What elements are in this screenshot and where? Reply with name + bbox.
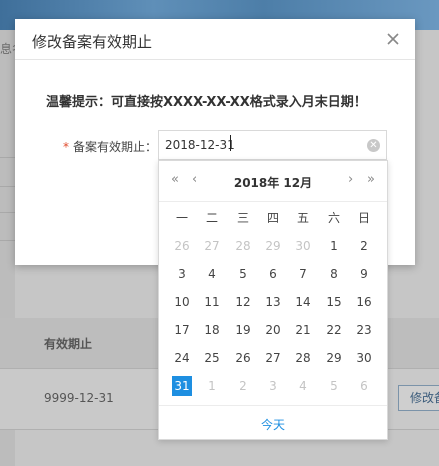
selected-day[interactable]: 31 bbox=[172, 376, 192, 396]
background-divider bbox=[0, 157, 15, 158]
calendar-day[interactable]: 29 bbox=[324, 348, 344, 368]
calendar-day[interactable]: 1 bbox=[202, 376, 222, 396]
calendar-day[interactable]: 5 bbox=[233, 264, 253, 284]
close-button[interactable] bbox=[383, 29, 403, 49]
calendar-day[interactable]: 10 bbox=[172, 292, 192, 312]
tip-text: 温馨提示：可直接按XXXX-XX-XX格式录入月末日期！ bbox=[46, 95, 367, 110]
calendar-day[interactable]: 30 bbox=[354, 348, 374, 368]
next-month-button[interactable]: › bbox=[348, 173, 353, 187]
calendar-day[interactable]: 24 bbox=[172, 348, 192, 368]
expiry-date-field[interactable] bbox=[158, 130, 387, 160]
calendar-day[interactable]: 5 bbox=[324, 376, 344, 396]
weekday-label: 六 bbox=[327, 211, 340, 225]
expiry-label: * 备案有效期止： bbox=[63, 138, 157, 155]
calendar-day[interactable]: 6 bbox=[354, 376, 374, 396]
calendar-day[interactable]: 3 bbox=[172, 264, 192, 284]
dialog-title: 修改备案有效期止 bbox=[32, 33, 153, 51]
weekday-label: 五 bbox=[296, 211, 309, 225]
calendar-day[interactable]: 11 bbox=[202, 292, 222, 312]
background-column-header: 有效期止 bbox=[44, 337, 93, 351]
text-cursor bbox=[230, 135, 231, 151]
calendar-day[interactable]: 1 bbox=[324, 236, 344, 256]
date-picker-footer: 今天 bbox=[159, 405, 387, 440]
calendar-day[interactable]: 13 bbox=[263, 292, 283, 312]
calendar-day[interactable]: 14 bbox=[293, 292, 313, 312]
weekday-label: 三 bbox=[236, 211, 249, 225]
weekday-label: 四 bbox=[266, 211, 279, 225]
calendar-day[interactable]: 2 bbox=[233, 376, 253, 396]
next-year-button[interactable]: » bbox=[367, 173, 375, 187]
calendar-day[interactable]: 17 bbox=[172, 320, 192, 340]
calendar-day[interactable]: 26 bbox=[233, 348, 253, 368]
calendar-day[interactable]: 26 bbox=[172, 236, 192, 256]
background-cell-value: 9999-12-31 bbox=[44, 391, 114, 405]
background-divider bbox=[0, 240, 15, 241]
calendar-day[interactable]: 6 bbox=[263, 264, 283, 284]
today-button[interactable]: 今天 bbox=[159, 416, 387, 433]
clear-icon[interactable]: ✕ bbox=[367, 139, 380, 152]
calendar-day[interactable]: 3 bbox=[263, 376, 283, 396]
calendar-day[interactable]: 2 bbox=[354, 236, 374, 256]
calendar-day[interactable]: 4 bbox=[293, 376, 313, 396]
weekday-label: 二 bbox=[205, 211, 218, 225]
background-divider bbox=[0, 212, 15, 213]
calendar-day[interactable]: 18 bbox=[202, 320, 222, 340]
expiry-date-input[interactable] bbox=[165, 136, 355, 154]
weekday-label: 一 bbox=[175, 211, 188, 225]
expiry-label-text: 备案有效期止： bbox=[73, 140, 158, 154]
calendar-day[interactable]: 16 bbox=[354, 292, 374, 312]
weekday-label: 日 bbox=[357, 211, 370, 225]
calendar-day[interactable]: 4 bbox=[202, 264, 222, 284]
calendar-day[interactable]: 28 bbox=[233, 236, 253, 256]
calendar-day[interactable]: 29 bbox=[263, 236, 283, 256]
calendar-day[interactable]: 12 bbox=[233, 292, 253, 312]
calendar-day[interactable]: 22 bbox=[324, 320, 344, 340]
calendar-day[interactable]: 30 bbox=[293, 236, 313, 256]
calendar-day[interactable]: 23 bbox=[354, 320, 374, 340]
background-divider bbox=[0, 186, 15, 187]
calendar-day[interactable]: 19 bbox=[233, 320, 253, 340]
calendar-day[interactable]: 20 bbox=[263, 320, 283, 340]
calendar-day[interactable]: 21 bbox=[293, 320, 313, 340]
calendar-day[interactable]: 15 bbox=[324, 292, 344, 312]
calendar-day[interactable]: 27 bbox=[202, 236, 222, 256]
date-picker-header: « ‹ 2018年 12月 › » bbox=[159, 161, 387, 202]
background-edit-button: 修改备 bbox=[398, 385, 439, 411]
required-mark: * bbox=[63, 140, 69, 154]
dialog-header: 修改备案有效期止 bbox=[15, 19, 415, 60]
calendar-day[interactable]: 8 bbox=[324, 264, 344, 284]
date-picker: « ‹ 2018年 12月 › » 一二三四五六日 26 27 28 29 30 1 2 3 4… bbox=[158, 160, 388, 440]
calendar-day[interactable]: 28 bbox=[293, 348, 313, 368]
calendar-day[interactable]: 7 bbox=[293, 264, 313, 284]
close-icon bbox=[387, 33, 399, 45]
calendar-day[interactable]: 9 bbox=[354, 264, 374, 284]
calendar-day[interactable]: 25 bbox=[202, 348, 222, 368]
calendar-day[interactable]: 27 bbox=[263, 348, 283, 368]
